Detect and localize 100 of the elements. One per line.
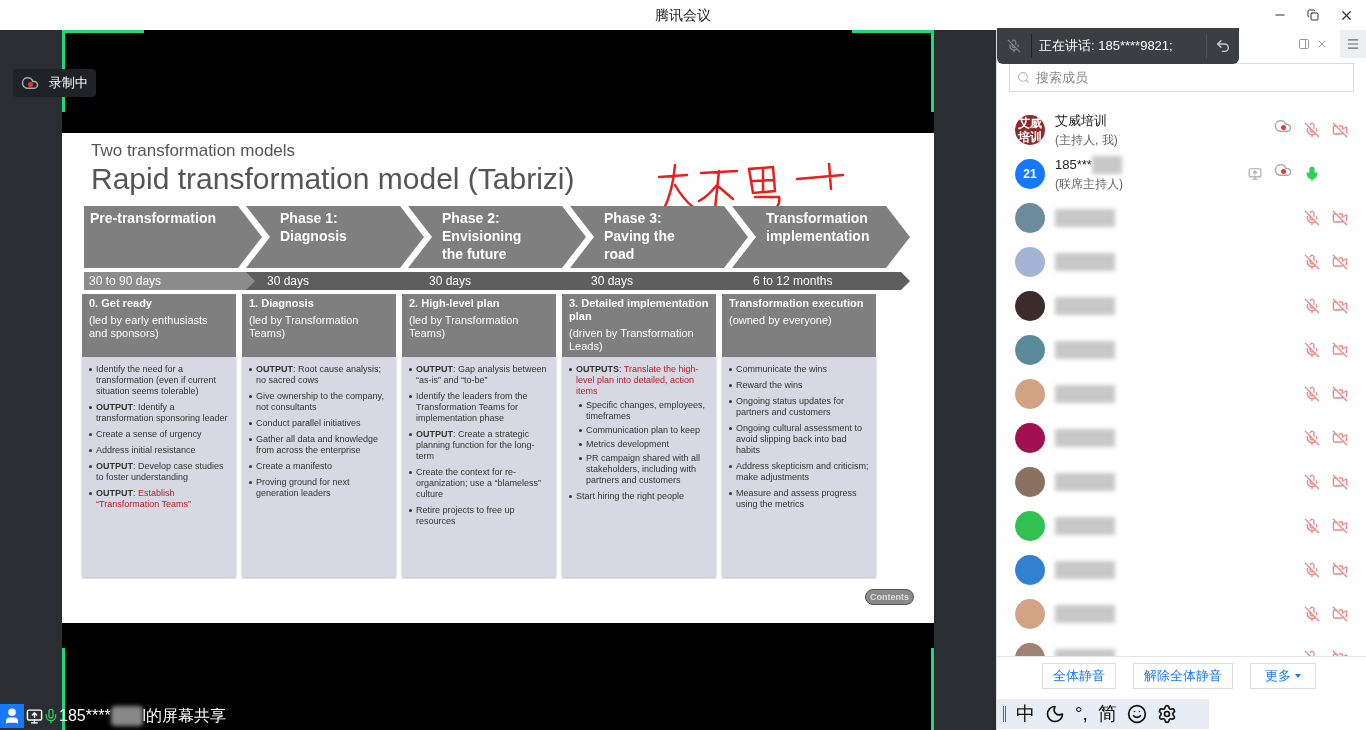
phase-box-subtitle: (led by Transformation Teams) <box>249 314 360 340</box>
bullet-point: Measure and assess progress using the metrics <box>729 488 869 510</box>
bullet-point: Proving ground for next generation leaders <box>249 477 389 499</box>
bullet-point: Give ownership to the company, not consultants <box>249 391 389 413</box>
participant-role: (主持人, 我) <box>1055 131 1118 149</box>
restore-icon[interactable] <box>1307 9 1319 21</box>
phase-box-title: 2. High-level plan <box>409 297 501 310</box>
ime-button[interactable]: 中 <box>1016 699 1035 729</box>
ime-button[interactable]: 简 <box>1097 699 1117 729</box>
participant-role: (联席主持人) <box>1055 175 1123 193</box>
slide-title: Rapid transformation model (Tabrizi) <box>91 161 575 197</box>
popout-icon[interactable] <box>1298 38 1310 50</box>
phase-box-title: Transformation execution <box>729 297 865 310</box>
bullet-point: Specific changes, employees, timeframes <box>579 400 709 422</box>
participant-name: 185*** <box>1055 156 1092 175</box>
slide-subtitle: Two transformation models <box>91 141 297 161</box>
bullet-point: Communicate the wins <box>729 364 869 375</box>
camera-off-icon[interactable] <box>1332 122 1348 138</box>
camera-off-icon[interactable] <box>1332 298 1348 314</box>
camera-off-icon[interactable] <box>1332 210 1348 226</box>
camera-off-icon[interactable] <box>1332 430 1348 446</box>
phase-box-subtitle: (led by early enthusiasts and sponsors) <box>89 314 209 340</box>
camera-off-icon[interactable] <box>1332 518 1348 534</box>
bullet-point: PR campaign shared with all stakeholders, including with partners and customers <box>579 453 709 486</box>
bullet-point: OUTPUT: Identify a transformation sponsoring leader <box>89 402 229 424</box>
muted-microphone-icon[interactable] <box>1304 562 1320 578</box>
participant-row[interactable]: 艾威培训 艾威培训 (主持人, 我) <box>997 108 1366 152</box>
camera-off-icon[interactable] <box>1332 606 1348 622</box>
screen-share-icon <box>26 707 43 725</box>
muted-microphone-icon[interactable] <box>1304 122 1320 138</box>
bullet-point: Communication plan to keep <box>579 425 709 436</box>
phase-box-subtitle: (driven by Transformation Leads) <box>569 327 695 353</box>
participant-row[interactable]: 21 185*** (联席主持人) <box>997 152 1366 196</box>
moon-icon[interactable] <box>1045 704 1065 724</box>
member-action-button[interactable]: 全体静音 <box>1042 663 1116 689</box>
bullet-point: Reward the wins <box>729 380 869 391</box>
blurred-name-block <box>110 706 143 726</box>
bullet-point: Ongoing status updates for partners and customers <box>729 396 869 418</box>
bullet-point: Start hiring the right people <box>569 491 709 502</box>
bullet-point: OUTPUT: Root cause analysis; no sacred cows <box>249 364 389 386</box>
muted-microphone-icon[interactable] <box>1304 386 1320 402</box>
bullet-point: Gather all data and knowledge from across the enterprise <box>249 434 389 456</box>
avatar-text: 21 <box>1023 166 1037 183</box>
muted-microphone-icon[interactable] <box>1304 518 1320 534</box>
muted-microphone-icon[interactable] <box>1304 298 1320 314</box>
muted-microphone-icon[interactable] <box>1304 430 1320 446</box>
phase-box-subtitle: (led by Transformation Teams) <box>409 314 520 340</box>
camera-off-icon[interactable] <box>1332 342 1348 358</box>
muted-microphone-icon[interactable] <box>1304 254 1320 270</box>
muted-microphone-icon[interactable] <box>1304 474 1320 490</box>
camera-off-icon[interactable] <box>1332 474 1348 490</box>
bullet-point: Metrics development <box>579 439 709 450</box>
bullet-point: Ongoing cultural assessment to avoid slipping back into bad habits <box>729 423 869 456</box>
menu-button[interactable] <box>1340 30 1366 58</box>
bullet-point: Retire projects to free up resources <box>409 505 549 527</box>
bullet-point: OUTPUT: Establish “Transformation Teams” <box>89 488 229 510</box>
muted-microphone-icon <box>1007 39 1021 53</box>
phase-chevron: Phase 2: Envisioning the future <box>408 206 586 268</box>
participant-name: 艾威培训 <box>1055 112 1107 131</box>
muted-microphone-icon[interactable] <box>1304 342 1320 358</box>
microphone-icon[interactable] <box>1304 166 1320 182</box>
menu-icon <box>1346 37 1360 51</box>
bullet-point: Identify the leaders from the Transformation Teams for implementation phase <box>409 391 549 424</box>
camera-off-icon[interactable] <box>1332 254 1348 270</box>
bullet-point: Create a manifesto <box>249 461 389 472</box>
share-label: l的屏幕共享 <box>142 706 227 726</box>
avatar-text: 艾威培训 <box>1017 116 1043 144</box>
search-field[interactable]: 搜索成员 <box>1009 63 1354 92</box>
speaking-text: 正在讲话: 185****9821; <box>1039 37 1173 56</box>
bullet-point: Identify the need for a transformation (even if current situation seems tolerable) <box>89 364 229 397</box>
member-action-button[interactable]: 解除全体静音 <box>1133 663 1233 689</box>
bullet-point: Address skepticism and criticism; make adjustments <box>729 461 869 483</box>
cloud-record-icon <box>1274 119 1292 133</box>
reply-arrow-icon[interactable] <box>1215 38 1231 54</box>
camera-off-icon[interactable] <box>1332 386 1348 402</box>
phase-chevron: Transformation implementation <box>732 206 910 268</box>
microphone-icon <box>43 708 59 724</box>
phase-chevron: Phase 3: Paving the road <box>570 206 748 268</box>
phase-box-subtitle: (owned by everyone) <box>729 314 833 327</box>
bullet-point: OUTPUT: Gap analysis between “as-is” and “to-be” <box>409 364 549 386</box>
phase-box-title: 0. Get ready <box>89 297 153 310</box>
window-title: 腾讯会议 <box>655 5 711 25</box>
caret-icon <box>1295 674 1301 678</box>
search-icon <box>1017 71 1030 84</box>
muted-microphone-icon[interactable] <box>1304 210 1320 226</box>
settings-icon[interactable] <box>1156 704 1177 724</box>
user-icon[interactable] <box>0 704 24 728</box>
cloud-record-icon <box>21 76 39 90</box>
member-action-button[interactable]: 更多 <box>1250 663 1316 689</box>
smiley-icon[interactable] <box>1126 704 1147 724</box>
bullet-point: OUTPUT: Create a strategic planning function for the long-term <box>409 429 549 462</box>
phase-chevron: Pre-transformation <box>84 206 262 268</box>
muted-microphone-icon[interactable] <box>1304 606 1320 622</box>
phase-box-title: 1. Diagnosis <box>249 297 315 310</box>
ime-button[interactable]: °, <box>1075 699 1088 729</box>
bullet-point: Create the context for re-organization; use a “blameless” culture <box>409 467 549 500</box>
bullet-point: Address initial resistance <box>89 445 229 456</box>
bullet-point: Create a sense of urgency <box>89 429 229 440</box>
cloud-record-icon <box>1274 163 1292 177</box>
camera-off-icon[interactable] <box>1332 562 1348 578</box>
